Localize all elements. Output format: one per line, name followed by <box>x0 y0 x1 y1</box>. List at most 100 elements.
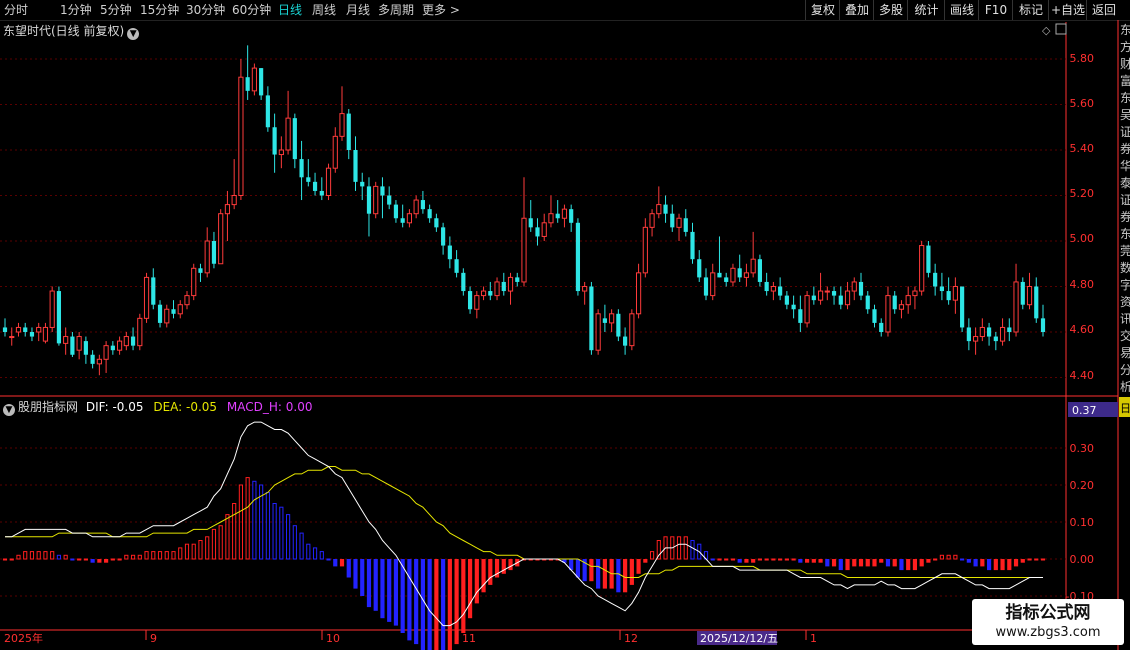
period-more[interactable]: 更多 > <box>422 0 460 20</box>
macd-bar <box>211 528 217 560</box>
indicator-name: 股朋指标网 <box>18 400 79 414</box>
add-favorite-button[interactable]: +自选 <box>1048 0 1087 20</box>
macd-bar <box>939 554 944 560</box>
macd-bar <box>548 558 554 561</box>
candle-body <box>63 336 69 344</box>
candle-body <box>724 277 729 282</box>
period-15min[interactable]: 15分钟 <box>140 0 179 20</box>
candle-body <box>616 313 621 337</box>
macd-bar <box>454 559 459 645</box>
candle-body <box>380 186 385 196</box>
candle-body <box>306 177 311 182</box>
candle-body <box>245 77 250 91</box>
candle-body <box>184 295 190 306</box>
candle-body <box>441 227 446 246</box>
candle-body <box>670 213 675 228</box>
macd-bar <box>184 543 190 560</box>
macd-bar <box>400 559 405 633</box>
macd-bar <box>501 559 506 574</box>
side-marker: 日 <box>1120 402 1130 415</box>
candle-body <box>697 259 702 278</box>
candles <box>2 45 1046 376</box>
macd-bar <box>879 559 884 563</box>
period-multi[interactable]: 多周期 <box>378 0 414 20</box>
overlay-button[interactable]: 叠加 <box>839 0 874 20</box>
period-monthly[interactable]: 月线 <box>346 0 370 20</box>
macd-bar <box>346 559 351 578</box>
dropdown-icon[interactable]: ▼ <box>3 404 15 416</box>
period-toolbar: 分时 1分钟 5分钟 15分钟 30分钟 60分钟 日线 周线 月线 多周期 更… <box>0 0 1130 21</box>
macd-bar <box>973 559 978 567</box>
back-button[interactable]: 返回 <box>1086 0 1121 20</box>
candle-body <box>427 209 432 219</box>
draw-line-button[interactable]: 画线 <box>944 0 979 20</box>
candle-body <box>251 67 257 92</box>
period-intraday[interactable]: 分时 <box>4 0 28 20</box>
macd-bar <box>791 558 796 561</box>
macd-bar <box>137 554 142 560</box>
macd-bar <box>272 503 277 560</box>
candle-body <box>130 336 136 346</box>
watermark-url: www.zbgs3.com <box>995 625 1101 640</box>
macd-bar <box>656 540 661 560</box>
macd-bar <box>710 558 715 561</box>
macd-bar <box>798 559 803 563</box>
period-5min[interactable]: 5分钟 <box>100 0 132 20</box>
price-grid <box>0 58 1066 378</box>
right-info-panel[interactable]: 东方财富 东吴证券 华泰证券 东莞 数字 资讯 交易 分析 操作 指标 收藏 <box>1120 22 1130 392</box>
macd-bar <box>852 559 857 567</box>
candle-body <box>824 290 830 293</box>
candle-body <box>319 190 324 196</box>
macd-bar <box>333 559 338 567</box>
candle-body <box>939 286 944 292</box>
candle-body <box>420 200 425 210</box>
panel-toggle-icon <box>1055 23 1067 35</box>
macd-bar <box>831 559 837 567</box>
price-tick: 5.40 <box>1070 142 1095 155</box>
period-30min[interactable]: 30分钟 <box>186 0 225 20</box>
period-60min[interactable]: 60分钟 <box>232 0 271 20</box>
f10-button[interactable]: F10 <box>978 0 1013 20</box>
macd-bar <box>1027 558 1032 561</box>
macd-histogram <box>2 477 1046 650</box>
candle-body <box>872 309 877 323</box>
candle-body <box>602 318 607 323</box>
candle-body <box>993 336 998 342</box>
candle-body <box>541 222 547 237</box>
period-1min[interactable]: 1分钟 <box>60 0 92 20</box>
macd-bar <box>16 554 21 560</box>
candle-body <box>164 308 170 324</box>
indicator-title: ▼ 股朋指标网 DIF: -0.05 DEA: -0.05 MACD_H: 0.0… <box>3 398 312 416</box>
candle-body <box>400 218 405 223</box>
restore-rights-button[interactable]: 复权 <box>805 0 840 20</box>
macd-bar <box>420 559 425 650</box>
candle-body <box>278 149 284 156</box>
macd-bar <box>2 558 8 561</box>
period-daily[interactable]: 日线 <box>278 0 302 20</box>
candle-body <box>804 295 810 324</box>
candle-body <box>272 127 277 155</box>
candle-body <box>865 295 870 310</box>
candle-body <box>966 327 971 342</box>
macd-tick: 0.10 <box>1070 516 1095 529</box>
candle-body <box>474 295 480 310</box>
watermark: 指标公式网 www.zbgs3.com <box>972 599 1124 645</box>
macd-tick: 0.30 <box>1070 442 1095 455</box>
candle-body <box>582 286 588 292</box>
candle-body <box>23 327 28 332</box>
macd-bar <box>9 558 14 561</box>
candle-body <box>791 304 796 310</box>
multi-stock-button[interactable]: 多股 <box>873 0 908 20</box>
candle-body <box>70 336 75 355</box>
candle-body <box>879 322 884 332</box>
dropdown-icon[interactable]: ▼ <box>127 28 140 40</box>
macd-bar <box>56 554 62 560</box>
macd-bar <box>494 559 500 578</box>
period-weekly[interactable]: 周线 <box>312 0 336 20</box>
macd-bar <box>373 559 378 611</box>
candle-body <box>143 276 150 319</box>
mark-button[interactable]: 标记 <box>1012 0 1049 20</box>
macd-bar <box>97 559 102 563</box>
statistics-button[interactable]: 统计 <box>907 0 945 20</box>
candle-body <box>730 267 736 283</box>
